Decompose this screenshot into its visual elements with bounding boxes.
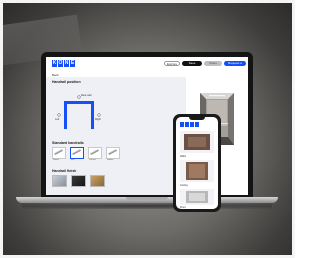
finish-swatch-bronze[interactable] bbox=[90, 175, 105, 187]
product-scene: K O N E Explore Save design Share Reques… bbox=[0, 0, 295, 258]
right-wall-rail bbox=[91, 101, 94, 129]
diagram-label: Rear wall bbox=[81, 94, 92, 97]
left-wall-rail bbox=[64, 101, 67, 129]
logo-letter: E bbox=[70, 60, 75, 67]
section-title-handrail-position: Handrail position bbox=[52, 80, 81, 84]
phone-card[interactable] bbox=[180, 189, 214, 205]
logo-block bbox=[190, 122, 194, 127]
handrail-option-label: Square bbox=[107, 159, 114, 161]
finish-swatches bbox=[52, 175, 105, 187]
handrail-image bbox=[90, 149, 99, 155]
share-button[interactable]: Share bbox=[204, 61, 222, 66]
handrail-option[interactable]: Square bbox=[106, 147, 120, 161]
save-design-button[interactable]: Save design bbox=[182, 61, 202, 70]
handrail-image bbox=[54, 149, 63, 155]
rear-wall-rail bbox=[64, 101, 94, 104]
handrail-option-label: Round bbox=[53, 159, 59, 161]
handrail-options: Round Flat Curved Square bbox=[52, 147, 120, 161]
handrail-image bbox=[72, 149, 81, 155]
smartphone-screen: Walls Ceiling Floor bbox=[176, 117, 218, 209]
handrail-position-diagram[interactable]: Rear wall Left Right bbox=[54, 91, 104, 137]
right-checkbox bbox=[97, 113, 101, 117]
phone-brand-logo[interactable] bbox=[180, 122, 199, 127]
explore-button[interactable]: Explore bbox=[164, 61, 180, 66]
finish-swatch-steel[interactable] bbox=[52, 175, 67, 187]
finish-swatch-black[interactable] bbox=[71, 175, 86, 187]
phone-option-label: Ceiling bbox=[180, 184, 188, 187]
phone-option-label: Floor bbox=[180, 206, 186, 209]
logo-letter: K bbox=[52, 60, 57, 67]
brand-logo[interactable]: K O N E bbox=[50, 60, 77, 67]
logo-letter: O bbox=[58, 60, 63, 67]
request-quote-button[interactable]: Request a quote bbox=[224, 61, 246, 70]
phone-ceiling-preview bbox=[186, 162, 208, 180]
diagram-label: Left bbox=[55, 118, 59, 121]
phone-floor-preview bbox=[186, 191, 208, 203]
section-title-standard-handrails: Standard handrails bbox=[52, 141, 84, 145]
config-panel: Handrail position Rear wall Left Right S… bbox=[46, 77, 186, 195]
logo-block bbox=[180, 122, 184, 127]
diagram-label: Right bbox=[95, 118, 101, 121]
logo-block bbox=[185, 122, 189, 127]
laptop-shadow bbox=[22, 203, 272, 209]
handrail-option[interactable]: Curved bbox=[88, 147, 102, 161]
section-title-handrail-finish: Handrail finish bbox=[52, 169, 77, 173]
phone-card[interactable] bbox=[180, 160, 214, 182]
laptop-notch bbox=[126, 197, 168, 200]
smartphone-notch bbox=[189, 117, 205, 120]
logo-letter: N bbox=[64, 60, 69, 67]
phone-card[interactable] bbox=[180, 131, 214, 153]
handrail-option-label: Curved bbox=[89, 159, 96, 161]
phone-walls-preview bbox=[184, 134, 210, 150]
rear-checkbox bbox=[77, 95, 81, 99]
handrail-option-selected[interactable]: Flat bbox=[70, 147, 84, 161]
app-header: K O N E Explore Save design Share Reques… bbox=[46, 57, 248, 71]
phone-option-label: Walls bbox=[180, 155, 187, 158]
logo-block bbox=[195, 122, 199, 127]
handrail-option-label: Flat bbox=[71, 159, 75, 161]
handrail-image bbox=[108, 149, 117, 155]
handrail-option[interactable]: Round bbox=[52, 147, 66, 161]
left-checkbox bbox=[57, 113, 61, 117]
